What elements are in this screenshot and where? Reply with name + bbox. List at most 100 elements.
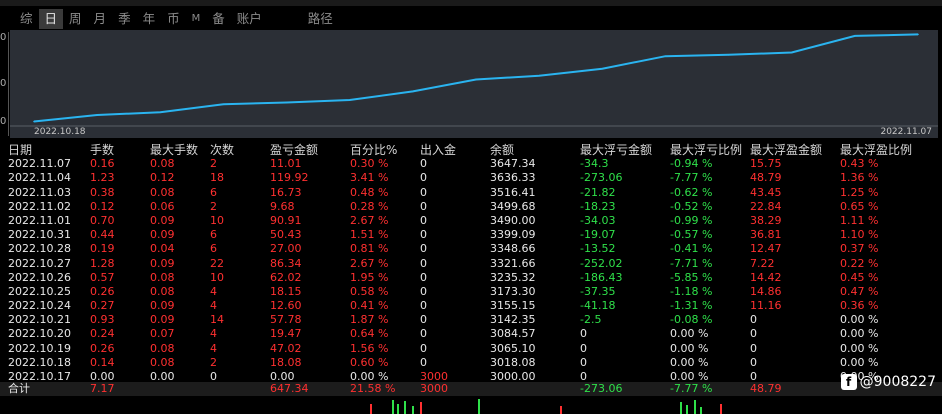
- cell-lots: 0.24: [90, 327, 115, 341]
- header-max-float-profit-pct[interactable]: 最大浮盈比例: [840, 143, 912, 157]
- totals-label: 合计: [8, 382, 30, 395]
- balance-point-3: [222, 103, 225, 106]
- tab-2[interactable]: 周: [63, 9, 88, 29]
- cell-lots: 0.57: [90, 270, 115, 284]
- cell-count: 4: [210, 341, 217, 355]
- cell-max-float-loss: -13.52: [580, 242, 616, 256]
- tab-1[interactable]: 日: [38, 9, 64, 29]
- cell-lots: 0.12: [90, 199, 115, 213]
- cell-percent: 0.81 %: [350, 242, 389, 256]
- cell-max-float-loss-pct: -5.85 %: [670, 270, 713, 284]
- header-count[interactable]: 次数: [210, 143, 234, 157]
- cell-max-lots: 0.04: [150, 242, 175, 256]
- cell-deposit: 0: [420, 313, 427, 327]
- cell-percent: 2.67 %: [350, 256, 389, 270]
- cell-max-float-loss-pct: -0.99 %: [670, 213, 713, 227]
- watermark-text: @9008227: [859, 374, 936, 390]
- cell-date: 2022.10.18: [8, 355, 71, 369]
- header-deposit[interactable]: 出入金: [420, 143, 456, 157]
- cell-max-float-loss: -41.18: [580, 299, 616, 313]
- cell-max-float-profit: 14.86: [750, 284, 782, 298]
- balance-chart: 2022.10.18 2022.11.07: [10, 30, 938, 138]
- header-max-lots[interactable]: 最大手数: [150, 143, 198, 157]
- cell-max-float-profit: 22.84: [750, 199, 782, 213]
- cell-max-float-profit: 12.47: [750, 242, 782, 256]
- cell-count: 6: [210, 242, 217, 256]
- tab-5[interactable]: 年: [137, 9, 162, 29]
- header-profit[interactable]: 盈亏金额: [270, 143, 318, 157]
- header-max-float-loss-pct[interactable]: 最大浮亏比例: [670, 143, 742, 157]
- header-percent[interactable]: 百分比%: [350, 143, 397, 157]
- cell-percent: 1.95 %: [350, 270, 389, 284]
- header-date[interactable]: 日期: [8, 143, 32, 157]
- tab-4[interactable]: 季: [112, 9, 137, 29]
- header-max-float-loss[interactable]: 最大浮亏金额: [580, 143, 652, 157]
- cell-max-float-loss: -18.23: [580, 199, 616, 213]
- cell-deposit: 0: [420, 284, 427, 298]
- cell-max-lots: 0.08: [150, 284, 175, 298]
- cell-count: 22: [210, 256, 224, 270]
- cell-date: 2022.11.07: [8, 157, 71, 171]
- cell-max-float-loss-pct: -7.71 %: [670, 256, 713, 270]
- cell-lots: 0.16: [90, 157, 115, 171]
- cell-max-float-profit: 36.81: [750, 228, 782, 242]
- cell-count: 4: [210, 299, 217, 313]
- balance-point-10: [664, 55, 667, 57]
- tab-9[interactable]: 账户: [231, 9, 268, 29]
- cell-max-float-profit: 0: [750, 355, 757, 369]
- cell-date: 2022.11.03: [8, 185, 71, 199]
- balance-point-14: [917, 33, 919, 36]
- cell-percent: 0.28 %: [350, 199, 389, 213]
- cell-max-lots: 0.09: [150, 228, 175, 242]
- cell-max-float-profit-pct: 0.43 %: [840, 157, 879, 171]
- cell-max-float-loss: -186.43: [580, 270, 623, 284]
- cell-count: 2: [210, 157, 217, 171]
- cell-balance: 3155.15: [490, 299, 536, 313]
- cell-max-float-profit: 7.22: [750, 256, 775, 270]
- header-max-float-profit[interactable]: 最大浮盈金额: [750, 143, 822, 157]
- cell-max-float-profit: 15.75: [750, 157, 782, 171]
- table-row: 2022.10.20 0.24 0.07 4 19.47 0.64 % 0 3084.57 0 0…: [0, 327, 942, 341]
- totals-lots: 7.17: [90, 382, 115, 395]
- cell-deposit: 0: [420, 242, 427, 256]
- cell-max-lots: 0.08: [150, 355, 175, 369]
- tab-8[interactable]: 备: [206, 9, 231, 29]
- tab-10[interactable]: 路径: [302, 9, 339, 29]
- cell-profit: 57.78: [270, 313, 302, 327]
- cell-max-float-loss: -19.07: [580, 228, 616, 242]
- cell-count: 14: [210, 313, 224, 327]
- tab-7[interactable]: M: [186, 9, 207, 29]
- cell-count: 2: [210, 199, 217, 213]
- cell-date: 2022.10.20: [8, 327, 71, 341]
- cell-max-float-profit-pct: 1.10 %: [840, 228, 879, 242]
- tab-0[interactable]: 综: [14, 9, 39, 29]
- cell-max-float-profit-pct: 1.11 %: [840, 213, 879, 227]
- cell-profit: 86.34: [270, 256, 302, 270]
- cell-balance: 3173.30: [490, 284, 536, 298]
- cell-max-float-loss-pct: -0.52 %: [670, 199, 713, 213]
- cell-date: 2022.10.27: [8, 256, 71, 270]
- cell-count: 6: [210, 228, 217, 242]
- cell-max-float-loss-pct: -0.41 %: [670, 242, 713, 256]
- table-row: 2022.10.31 0.44 0.09 6 50.43 1.51 % 0 3399.09 -1…: [0, 228, 942, 242]
- tab-3[interactable]: 月: [88, 9, 113, 29]
- cell-lots: 0.38: [90, 185, 115, 199]
- header-balance[interactable]: 余额: [490, 143, 514, 157]
- cell-profit: 62.02: [270, 270, 302, 284]
- table-header: 日期 手数 最大手数 次数 盈亏金额 百分比% 出入金 余额 最大浮亏金额 最大浮亏比例 最大浮盈金…: [0, 143, 942, 157]
- balance-point-7: [475, 78, 477, 81]
- cell-lots: 0.26: [90, 284, 115, 298]
- header-lots[interactable]: 手数: [90, 143, 114, 157]
- balance-point-5: [348, 99, 351, 101]
- cell-max-lots: 0.07: [150, 327, 175, 341]
- cell-max-float-loss-pct: -0.94 %: [670, 157, 713, 171]
- cell-count: 4: [210, 284, 217, 298]
- cell-deposit: 0: [420, 270, 427, 284]
- cell-max-float-loss: -252.02: [580, 256, 623, 270]
- cell-date: 2022.10.31: [8, 228, 71, 242]
- cell-max-float-profit: 38.29: [750, 213, 782, 227]
- cell-date: 2022.10.21: [8, 313, 71, 327]
- cell-max-float-profit: 0: [750, 341, 757, 355]
- tab-6[interactable]: 币: [161, 9, 186, 29]
- cell-profit: 19.47: [270, 327, 302, 341]
